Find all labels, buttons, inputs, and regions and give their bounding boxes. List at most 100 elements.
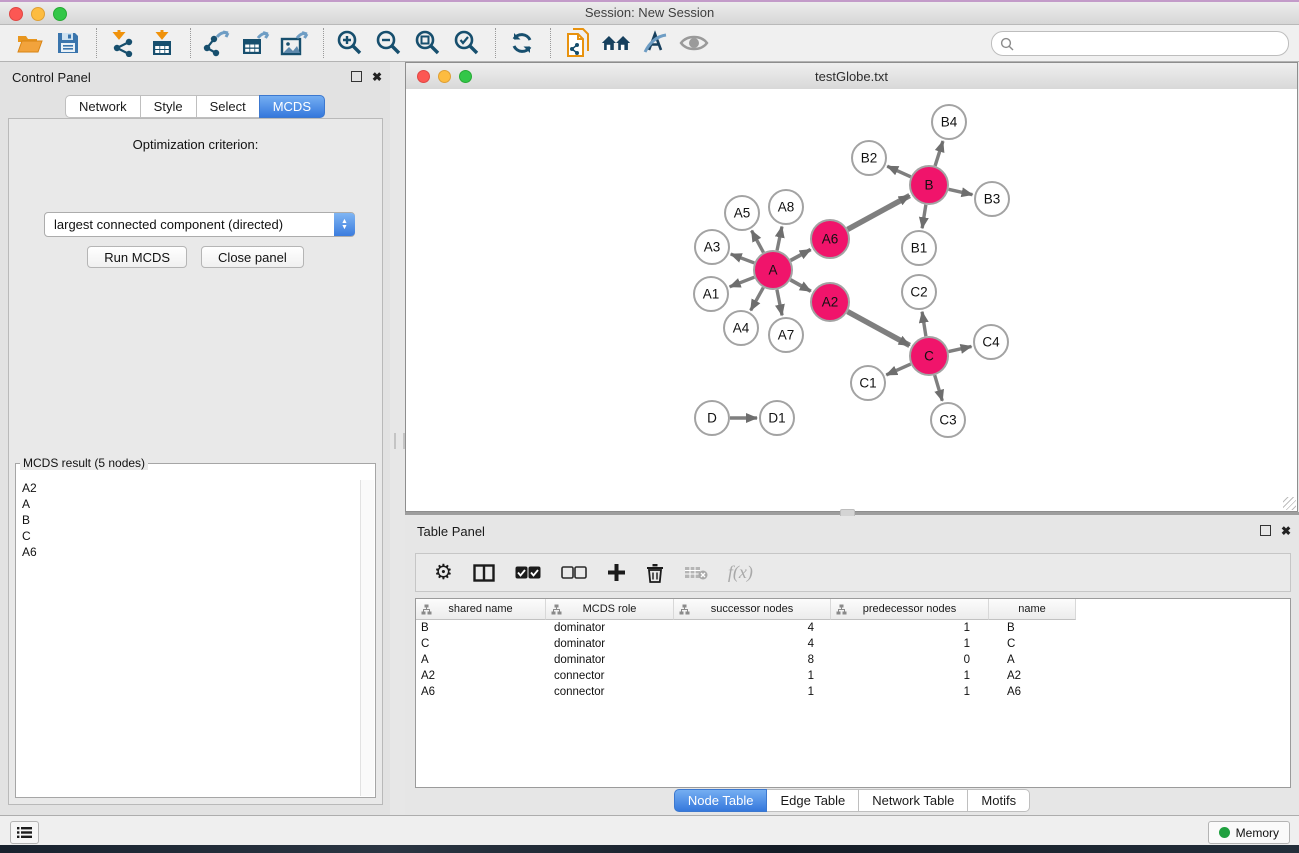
edge-A-A5[interactable] [752, 231, 764, 253]
table-cell[interactable]: 4 [674, 638, 831, 650]
graph-node-D1[interactable]: D1 [760, 401, 794, 435]
table-cell[interactable]: 8 [674, 654, 831, 666]
network-graph[interactable]: B4B2BB3A5A8A6B1A3AA1A2C2A4A7C4CC1C3DD1 [406, 89, 1297, 511]
graph-node-A6[interactable]: A6 [811, 220, 849, 258]
column-view-icon[interactable] [473, 564, 495, 582]
search-field[interactable] [991, 31, 1289, 56]
function-builder-icon[interactable]: f(x) [728, 562, 753, 583]
network-window-titlebar[interactable]: testGlobe.txt [406, 63, 1297, 90]
table-cell[interactable]: C [416, 638, 546, 650]
zoom-selected-icon[interactable] [452, 28, 482, 58]
open-session-icon[interactable] [14, 28, 44, 58]
graph-node-A5[interactable]: A5 [725, 196, 759, 230]
column-header-predecessor-nodes[interactable]: predecessor nodes [831, 599, 989, 620]
edge-A-A1[interactable] [730, 277, 755, 287]
resize-grip-icon[interactable] [1283, 497, 1296, 510]
table-cell[interactable]: A6 [416, 686, 546, 698]
tab-node-table[interactable]: Node Table [674, 789, 768, 812]
graph-node-C[interactable]: C [910, 337, 948, 375]
settings-gear-icon[interactable]: ⚙ [434, 563, 453, 583]
graph-node-D[interactable]: D [695, 401, 729, 435]
show-hide-eye-icon[interactable] [679, 28, 709, 58]
graph-node-A1[interactable]: A1 [694, 277, 728, 311]
network-from-clipboard-icon[interactable] [562, 28, 592, 58]
edge-C-C1[interactable] [886, 364, 910, 375]
home-icon[interactable] [601, 28, 631, 58]
table-cell[interactable]: 1 [831, 622, 989, 634]
save-session-icon[interactable] [53, 28, 83, 58]
table-cell[interactable]: connector [546, 670, 674, 682]
main-titlebar[interactable]: Session: New Session [0, 2, 1299, 25]
column-header-MCDS-role[interactable]: MCDS role [546, 599, 674, 620]
graph-node-C2[interactable]: C2 [902, 275, 936, 309]
edge-C-C2[interactable] [922, 312, 926, 336]
column-header-successor-nodes[interactable]: successor nodes [674, 599, 831, 620]
table-cell[interactable]: A [989, 654, 1076, 666]
table-cell[interactable]: A [416, 654, 546, 666]
table-row[interactable]: A6connector11A6 [416, 684, 1290, 700]
run-mcds-button[interactable]: Run MCDS [87, 246, 187, 268]
edge-A-A3[interactable] [731, 254, 755, 263]
graph-node-B1[interactable]: B1 [902, 231, 936, 265]
table-row[interactable]: Cdominator41C [416, 636, 1290, 652]
tab-edge-table[interactable]: Edge Table [766, 789, 859, 812]
tab-mcds[interactable]: MCDS [259, 95, 325, 118]
table-cell[interactable]: B [989, 622, 1076, 634]
zoom-out-icon[interactable] [374, 28, 404, 58]
tab-network-table[interactable]: Network Table [858, 789, 968, 812]
table-cell[interactable]: A6 [989, 686, 1076, 698]
graph-node-A8[interactable]: A8 [769, 190, 803, 224]
tab-motifs[interactable]: Motifs [967, 789, 1030, 812]
edge-A2-C[interactable] [848, 312, 910, 346]
deselect-all-checkboxes-icon[interactable] [561, 566, 587, 579]
tab-network[interactable]: Network [65, 95, 141, 118]
edge-B-B1[interactable] [922, 205, 926, 228]
edge-C-C3[interactable] [935, 375, 943, 401]
hide-labels-icon[interactable] [640, 28, 670, 58]
export-image-icon[interactable] [280, 28, 310, 58]
close-panel-button[interactable]: Close panel [201, 246, 304, 268]
tab-style[interactable]: Style [140, 95, 197, 118]
float-panel-icon[interactable] [351, 71, 362, 82]
tab-select[interactable]: Select [196, 95, 260, 118]
table-cell[interactable]: 1 [831, 638, 989, 650]
table-cell[interactable]: A2 [989, 670, 1076, 682]
result-list-item[interactable]: B [17, 512, 361, 528]
zoom-in-icon[interactable] [335, 28, 365, 58]
graph-node-B3[interactable]: B3 [975, 182, 1009, 216]
select-all-checkboxes-icon[interactable] [515, 566, 541, 579]
graph-node-B2[interactable]: B2 [852, 141, 886, 175]
result-list-item[interactable]: C [17, 528, 361, 544]
table-cell[interactable]: 0 [831, 654, 989, 666]
import-network-icon[interactable] [108, 28, 138, 58]
table-cell[interactable]: 4 [674, 622, 831, 634]
table-row[interactable]: Adominator80A [416, 652, 1290, 668]
graph-node-A4[interactable]: A4 [724, 311, 758, 345]
table-cell[interactable]: C [989, 638, 1076, 650]
table-cell[interactable]: 1 [674, 670, 831, 682]
table-cell[interactable]: dominator [546, 654, 674, 666]
graph-node-C1[interactable]: C1 [851, 366, 885, 400]
edge-A-A7[interactable] [777, 290, 782, 316]
network-canvas[interactable]: B4B2BB3A5A8A6B1A3AA1A2C2A4A7C4CC1C3DD1 [406, 89, 1297, 511]
edge-C-C4[interactable] [949, 346, 972, 351]
result-list-scrollbar[interactable] [360, 480, 374, 796]
graph-node-A7[interactable]: A7 [769, 318, 803, 352]
result-list-item[interactable]: A6 [17, 544, 361, 560]
close-table-panel-icon[interactable]: ✖ [1281, 526, 1291, 536]
graph-node-B4[interactable]: B4 [932, 105, 966, 139]
column-header-name[interactable]: name [989, 599, 1076, 620]
graph-node-A[interactable]: A [754, 251, 792, 289]
close-panel-icon[interactable]: ✖ [372, 72, 382, 82]
table-cell[interactable]: connector [546, 686, 674, 698]
graph-node-A2[interactable]: A2 [811, 283, 849, 321]
vertical-split-grip[interactable] [394, 433, 405, 449]
zoom-fit-icon[interactable] [413, 28, 443, 58]
table-cell[interactable]: 1 [831, 670, 989, 682]
optimization-criterion-dropdown[interactable]: largest connected component (directed) ▲… [44, 212, 355, 237]
edge-A6-B[interactable] [848, 196, 910, 230]
table-cell[interactable]: 1 [831, 686, 989, 698]
delete-column-icon[interactable] [646, 563, 664, 583]
graph-node-B[interactable]: B [910, 166, 948, 204]
export-table-icon[interactable] [241, 28, 271, 58]
